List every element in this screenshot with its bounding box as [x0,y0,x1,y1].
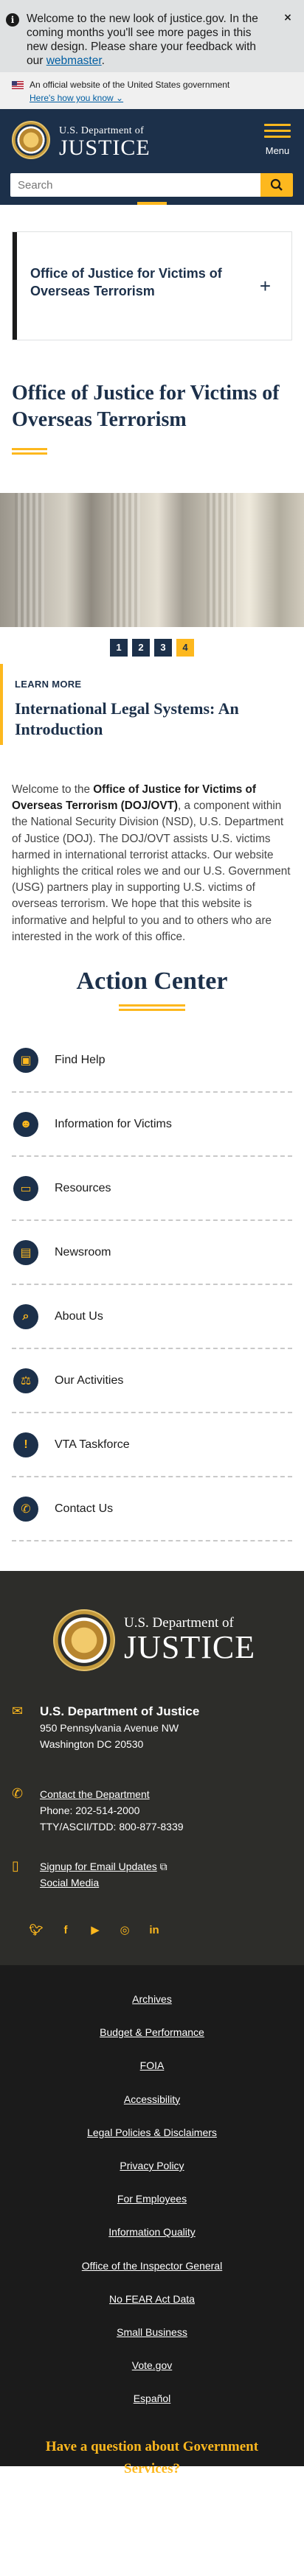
footer-email-social: ▯ Signup for Email Updates ⧉ Social Medi… [12,1858,167,1891]
footer-link-information-quality[interactable]: Information Quality [0,2226,304,2259]
action-our-activities[interactable]: ⚖ Our Activities [12,1349,292,1414]
action-contact-us[interactable]: ✆ Contact Us [12,1477,292,1542]
footer-brand[interactable]: U.S. Department of JUSTICE [124,1615,255,1664]
twitter-icon[interactable]: 🐦︎ [29,1923,43,1936]
external-link-icon: ⧉ [159,1861,167,1873]
action-resources[interactable]: ▭ Resources [12,1157,292,1222]
action-find-help[interactable]: ▣ Find Help [12,1029,292,1093]
action-information-for-victims[interactable]: ☻ Information for Victims [12,1093,292,1158]
footer-link-inspector-general[interactable]: Office of the Inspector General [0,2260,304,2293]
footer-link-budget[interactable]: Budget & Performance [0,2026,304,2059]
learn-more-link[interactable]: LEARN MORE [15,679,294,690]
accordion-title: Office of Justice for Victims of Oversea… [30,266,222,298]
carousel-page-1[interactable]: 1 [110,639,128,657]
lock-icon: ▣ [13,1047,38,1073]
footer-link-privacy[interactable]: Privacy Policy [0,2160,304,2193]
us-flag-icon [12,80,24,89]
search-icon [270,178,283,191]
footer-link-employees[interactable]: For Employees [0,2193,304,2226]
carousel-page-3[interactable]: 3 [154,639,172,657]
site-header: U.S. Department of JUSTICE Menu [0,109,304,205]
site-alert-banner: i Welcome to the new look of justice.gov… [0,0,304,72]
footer-link-no-fear[interactable]: No FEAR Act Data [0,2293,304,2326]
footer-address-head: U.S. Department of Justice [40,1704,200,1719]
gov-banner-text: An official website of the United States… [30,80,230,90]
footer-link-foia[interactable]: FOIA [0,2059,304,2093]
footer-link-vote-gov[interactable]: Vote.gov [0,2359,304,2393]
search-form [10,173,293,197]
footer-link-archives[interactable]: Archives [0,1993,304,2026]
government-services-question: Have a question about Government Service… [45,2439,259,2477]
footer-link-small-business[interactable]: Small Business [0,2326,304,2359]
header-accent [137,202,167,205]
alert-text: Welcome to the new look of justice.gov. … [27,13,258,67]
action-center-list: ▣ Find Help ☻ Information for Victims ▭ … [12,1029,292,1542]
action-vta-taskforce[interactable]: ! VTA Taskforce [12,1413,292,1478]
site-brand[interactable]: U.S. Department of JUSTICE [59,125,151,159]
mobile-icon: ▯ [12,1858,19,1874]
scales-icon: ⚖ [13,1368,38,1393]
social-media-link[interactable]: Social Media [40,1877,99,1889]
action-about-us[interactable]: ⌕ About Us [12,1285,292,1350]
search-input[interactable] [10,173,260,197]
mail-icon: ✉ [12,1704,24,1719]
action-center-underline [119,1004,185,1012]
book-icon: ▤ [13,1239,38,1265]
phone-icon: ✆ [12,1786,24,1802]
search-icon: ⌕ [13,1303,38,1329]
contact-department-link[interactable]: Contact the Department [40,1788,150,1800]
footer-links: Archives Budget & Performance FOIA Acces… [0,1965,304,2495]
carousel-pagination: 1 2 3 4 [0,633,304,662]
footer-contact: ✆ Contact the Department Phone: 202-514-… [12,1786,184,1835]
monitor-icon: ▭ [13,1175,38,1201]
youtube-icon[interactable]: ▶ [89,1923,102,1936]
page-title: Office of Justice for Victims of Oversea… [12,382,280,431]
hero-image-columns [0,493,304,627]
slide-title[interactable]: International Legal Systems: An Introduc… [15,699,294,740]
action-center-title: Action Center [76,967,228,995]
footer-address-line-1: 950 Pennsylvania Avenue NW [40,1722,179,1735]
doj-seal-logo[interactable] [12,121,50,159]
footer-link-accessibility[interactable]: Accessibility [0,2093,304,2127]
close-icon[interactable]: × [280,10,295,25]
alert-icon: ! [13,1432,38,1457]
phone-icon: ✆ [13,1496,38,1522]
accordion-accent-bar [13,232,17,340]
linkedin-icon[interactable]: in [148,1923,161,1936]
contact-usa-gov-link[interactable]: Contact USA.gov [0,2483,304,2516]
facebook-icon[interactable]: f [59,1923,72,1936]
plus-icon[interactable]: + [260,276,271,295]
intro-paragraph: Welcome to the Office of Justice for Vic… [12,783,291,943]
title-underline [12,448,47,455]
footer-link-espanol[interactable]: Español [0,2393,304,2426]
heres-how-you-know-link[interactable]: Here's how you know ⌄ [30,93,292,103]
gov-banner: An official website of the United States… [0,72,304,109]
carousel-page-2[interactable]: 2 [132,639,150,657]
search-button[interactable] [260,173,293,197]
menu-label: Menu [265,145,290,156]
people-icon: ☻ [13,1111,38,1137]
info-icon: i [6,13,19,27]
instagram-icon[interactable]: ◎ [118,1923,131,1936]
footer-doj-seal-logo[interactable] [53,1609,115,1672]
footer-tty: TTY/ASCII/TDD: 800-877-8339 [40,1821,184,1833]
footer-address-line-2: Washington DC 20530 [40,1738,144,1751]
footer-link-legal[interactable]: Legal Policies & Disclaimers [0,2127,304,2160]
chevron-down-icon: ⌄ [116,93,124,103]
section-nav-accordion[interactable]: Office of Justice for Victims of Oversea… [12,231,292,340]
menu-button[interactable]: Menu [264,124,291,156]
site-footer: U.S. Department of JUSTICE ✉ U.S. Depart… [0,1571,304,1966]
webmaster-link[interactable]: webmaster [46,55,102,67]
email-updates-link[interactable]: Signup for Email Updates [40,1861,157,1872]
footer-address: ✉ U.S. Department of Justice 950 Pennsyl… [12,1704,199,1752]
social-icons: 🐦︎ f ▶ ◎ in [29,1923,161,1937]
action-newsroom[interactable]: ▤ Newsroom [12,1221,292,1286]
brand-big: JUSTICE [59,136,151,160]
carousel-slide-caption: LEARN MORE International Legal Systems: … [0,664,304,745]
carousel-page-4[interactable]: 4 [176,639,194,657]
footer-phone: Phone: 202-514-2000 [40,1805,140,1817]
hamburger-icon [264,124,291,126]
